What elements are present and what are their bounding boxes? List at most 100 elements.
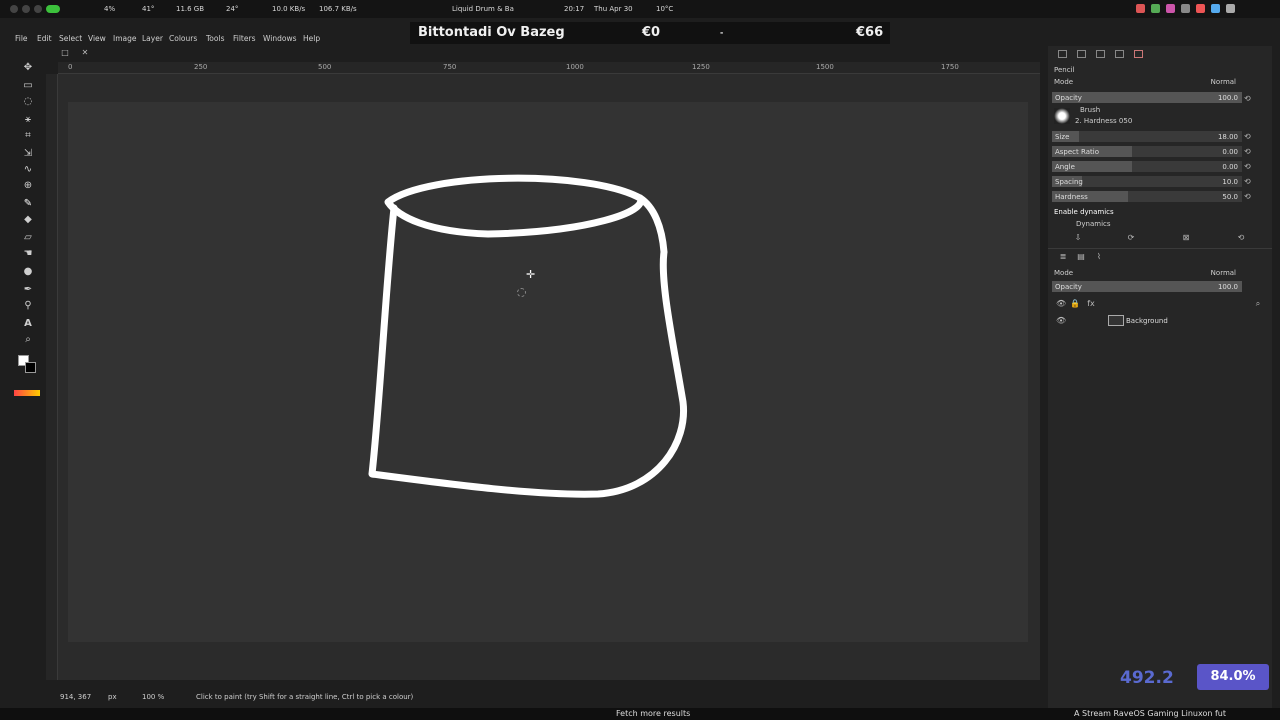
layer-opacity-slider[interactable]: Opacity 100.0 <box>1052 281 1242 292</box>
unit-select[interactable]: px <box>108 693 117 701</box>
size-slider[interactable]: Size 18.00 <box>1052 131 1242 142</box>
zoom-select[interactable]: 100 % <box>142 693 164 701</box>
reset-options-icon[interactable]: ⟲ <box>1236 233 1246 243</box>
tray-icon[interactable] <box>1166 4 1175 13</box>
dock-divider <box>1048 248 1272 249</box>
reset-icon[interactable]: ⟲ <box>1244 192 1264 201</box>
search-icon[interactable]: ⌕ <box>1253 299 1263 309</box>
effects-label[interactable]: fx <box>1086 299 1096 309</box>
aspect-ratio-value: 0.00 <box>1222 148 1238 156</box>
layer-name[interactable]: Background <box>1126 317 1168 325</box>
undo-history-tab-icon[interactable] <box>1096 50 1105 58</box>
eraser-icon[interactable]: ▱ <box>22 232 34 244</box>
mode-select[interactable]: Normal <box>1211 78 1236 86</box>
device-status-tab-icon[interactable] <box>1077 50 1086 58</box>
aspect-ratio-slider[interactable]: Aspect Ratio 0.00 <box>1052 146 1242 157</box>
menu-layer[interactable]: Layer <box>142 34 163 43</box>
tray-icon[interactable] <box>1226 4 1235 13</box>
save-options-icon[interactable]: ⇩ <box>1073 233 1083 243</box>
text-tool-icon[interactable]: A <box>22 318 34 330</box>
ruler-tick: 1000 <box>566 63 584 71</box>
dynamics-label[interactable]: Dynamics <box>1076 220 1111 228</box>
warp-icon[interactable]: ∿ <box>22 164 34 176</box>
restore-options-icon[interactable]: ⟳ <box>1126 233 1136 243</box>
lasso-icon[interactable]: ◌ <box>22 96 34 108</box>
menu-file[interactable]: File <box>15 34 28 43</box>
paths-tab-icon[interactable]: ⌇ <box>1094 252 1104 262</box>
layer-row[interactable]: 👁 Background <box>1052 314 1266 328</box>
pencil-icon[interactable]: ✎ <box>22 198 34 210</box>
layer-visibility-icon[interactable]: 👁 <box>1056 316 1066 326</box>
image-tab-icon[interactable]: □ <box>60 48 70 58</box>
layer-mode-select[interactable]: Normal <box>1211 269 1236 277</box>
lock-icon[interactable]: 🔒 <box>1070 299 1080 309</box>
reset-icon[interactable]: ⟲ <box>1244 94 1264 103</box>
tray-icon[interactable] <box>1196 4 1205 13</box>
menu-image[interactable]: Image <box>113 34 137 43</box>
menu-select[interactable]: Select <box>59 34 82 43</box>
enable-dynamics-checkbox[interactable]: Enable dynamics <box>1054 208 1114 216</box>
background-color[interactable] <box>25 362 36 373</box>
transform-icon[interactable]: ⇲ <box>22 148 34 160</box>
dynamics-toggle-row[interactable]: Enable dynamics <box>1052 206 1266 218</box>
color-picker-icon[interactable]: ⚲ <box>22 300 34 312</box>
dodge-icon[interactable]: ● <box>22 266 34 278</box>
fuzzy-select-icon[interactable]: ⚹ <box>22 114 34 126</box>
workspace-dot[interactable] <box>34 5 42 13</box>
tray-icon[interactable] <box>1211 4 1220 13</box>
menu-colours[interactable]: Colours <box>169 34 197 43</box>
menu-view[interactable]: View <box>88 34 106 43</box>
clone-icon[interactable]: ⊕ <box>22 180 34 192</box>
tool-options-tab-icon[interactable] <box>1058 50 1067 58</box>
menu-edit[interactable]: Edit <box>37 34 52 43</box>
angle-slider[interactable]: Angle 0.00 <box>1052 161 1242 172</box>
hardness-slider[interactable]: Hardness 50.0 <box>1052 191 1242 202</box>
ruler-tick: 1750 <box>941 63 959 71</box>
size-label: Size <box>1055 133 1070 141</box>
fetch-more-link[interactable]: Fetch more results <box>616 709 690 718</box>
smudge-icon[interactable]: ☚ <box>22 248 34 260</box>
brush-preview[interactable] <box>1054 108 1070 124</box>
spacing-slider[interactable]: Spacing 10.0 <box>1052 176 1242 187</box>
colors-tab-icon[interactable] <box>1134 50 1143 58</box>
right-dock: Pencil Mode Normal Opacity 100.0 Brush 2… <box>1048 46 1272 708</box>
menu-windows[interactable]: Windows <box>263 34 296 43</box>
menu-filters[interactable]: Filters <box>233 34 255 43</box>
tray-icon[interactable] <box>1181 4 1190 13</box>
tray-icon[interactable] <box>1151 4 1160 13</box>
brush-name-row: 2. Hardness 050 <box>1073 115 1233 127</box>
menu-tools[interactable]: Tools <box>206 34 224 43</box>
menu-help[interactable]: Help <box>303 34 320 43</box>
delete-options-icon[interactable]: ⊠ <box>1181 233 1191 243</box>
active-workspace-dot[interactable] <box>46 5 60 13</box>
move-tool-icon[interactable]: ✥ <box>22 62 34 74</box>
fill-icon[interactable]: ◆ <box>22 214 34 226</box>
media-title[interactable]: Liquid Drum & Ba <box>452 5 514 13</box>
reset-icon[interactable]: ⟲ <box>1244 147 1264 156</box>
path-icon[interactable]: ✒ <box>22 284 34 296</box>
images-tab-icon[interactable] <box>1115 50 1124 58</box>
close-tab-icon[interactable]: ✕ <box>80 48 90 58</box>
tray-icon[interactable] <box>1136 4 1145 13</box>
channels-tab-icon[interactable]: ▤ <box>1076 252 1086 262</box>
crop-icon[interactable]: ⌗ <box>22 130 34 142</box>
clock-time: 20:17 <box>564 5 585 13</box>
ruler-tick: 0 <box>68 63 73 71</box>
opacity-slider[interactable]: Opacity 100.0 <box>1052 92 1242 103</box>
screen: 4% 41° 11.6 GB 24° 10.0 KB/s 106.7 KB/s … <box>0 0 1280 720</box>
workspace-dot[interactable] <box>10 5 18 13</box>
image-canvas[interactable] <box>68 102 1028 642</box>
mode-row: Mode Normal <box>1052 76 1266 88</box>
workspace-dot[interactable] <box>22 5 30 13</box>
reset-icon[interactable]: ⟲ <box>1244 132 1264 141</box>
rect-select-icon[interactable]: ▭ <box>22 80 34 92</box>
reset-icon[interactable]: ⟲ <box>1244 177 1264 186</box>
zoom-icon[interactable]: ⌕ <box>22 334 34 346</box>
reset-icon[interactable]: ⟲ <box>1244 162 1264 171</box>
visibility-icon[interactable]: 👁 <box>1056 299 1066 309</box>
gradient-swatch[interactable] <box>14 390 40 396</box>
layers-tab-icon[interactable]: ≣ <box>1058 252 1068 262</box>
system-bar: 4% 41° 11.6 GB 24° 10.0 KB/s 106.7 KB/s … <box>0 0 1280 18</box>
brush-name[interactable]: 2. Hardness 050 <box>1075 117 1132 125</box>
size-value: 18.00 <box>1217 133 1238 141</box>
